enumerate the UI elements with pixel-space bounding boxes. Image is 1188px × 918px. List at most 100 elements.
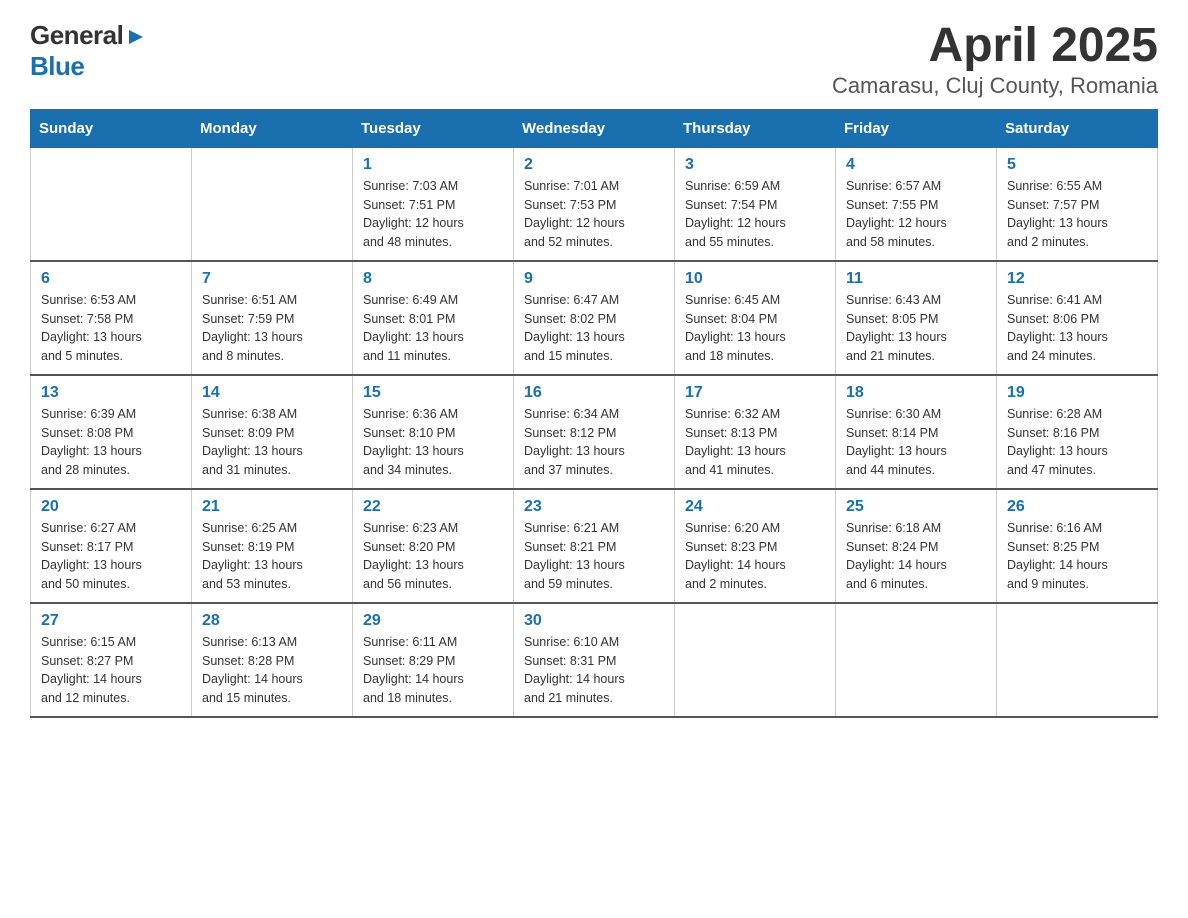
calendar-cell: 13Sunrise: 6:39 AM Sunset: 8:08 PM Dayli… xyxy=(31,375,192,489)
header: General Blue April 2025 Camarasu, Cluj C… xyxy=(30,20,1158,99)
day-info: Sunrise: 6:28 AM Sunset: 8:16 PM Dayligh… xyxy=(1007,405,1147,480)
day-info: Sunrise: 7:03 AM Sunset: 7:51 PM Dayligh… xyxy=(363,177,503,252)
day-info: Sunrise: 6:39 AM Sunset: 8:08 PM Dayligh… xyxy=(41,405,181,480)
day-info: Sunrise: 6:45 AM Sunset: 8:04 PM Dayligh… xyxy=(685,291,825,366)
calendar-cell: 9 Sunrise: 6:47 AM Sunset: 8:02 PM Daylig… xyxy=(514,261,675,375)
day-number: 4 xyxy=(846,156,986,174)
calendar-cell xyxy=(836,603,997,717)
day-info: Sunrise: 6:27 AM Sunset: 8:17 PM Dayligh… xyxy=(41,519,181,594)
calendar-cell: 5 Sunrise: 6:55 AM Sunset: 7:57 PM Daylig… xyxy=(997,147,1158,261)
day-info: Sunrise: 6:53 AM Sunset: 7:58 PM Dayligh… xyxy=(41,291,181,366)
day-info: Sunrise: 6:32 AM Sunset: 8:13 PM Dayligh… xyxy=(685,405,825,480)
calendar-week-5: 27Sunrise: 6:15 AM Sunset: 8:27 PM Dayli… xyxy=(31,603,1158,717)
calendar-week-3: 13Sunrise: 6:39 AM Sunset: 8:08 PM Dayli… xyxy=(31,375,1158,489)
calendar-cell: 24Sunrise: 6:20 AM Sunset: 8:23 PM Dayli… xyxy=(675,489,836,603)
calendar-cell: 16 Sunrise: 6:34 AM Sunset: 8:12 PM Dayli… xyxy=(514,375,675,489)
day-number: 23 xyxy=(524,498,664,516)
day-number: 18 xyxy=(846,384,986,402)
calendar-cell: 15 Sunrise: 6:36 AM Sunset: 8:10 PM Dayli… xyxy=(353,375,514,489)
day-number: 7 xyxy=(202,270,342,288)
calendar-cell: 25 Sunrise: 6:18 AM Sunset: 8:24 PM Dayli… xyxy=(836,489,997,603)
calendar-cell: 30 Sunrise: 6:10 AM Sunset: 8:31 PM Dayli… xyxy=(514,603,675,717)
day-info: Sunrise: 6:21 AM Sunset: 8:21 PM Dayligh… xyxy=(524,519,664,594)
calendar-cell: 19 Sunrise: 6:28 AM Sunset: 8:16 PM Dayli… xyxy=(997,375,1158,489)
day-info: Sunrise: 6:51 AM Sunset: 7:59 PM Dayligh… xyxy=(202,291,342,366)
calendar-cell: 6 Sunrise: 6:53 AM Sunset: 7:58 PM Daylig… xyxy=(31,261,192,375)
day-number: 1 xyxy=(363,156,503,174)
calendar-cell: 4 Sunrise: 6:57 AM Sunset: 7:55 PM Daylig… xyxy=(836,147,997,261)
logo-blue-text: Blue xyxy=(30,51,84,81)
day-info: Sunrise: 6:43 AM Sunset: 8:05 PM Dayligh… xyxy=(846,291,986,366)
day-info: Sunrise: 6:57 AM Sunset: 7:55 PM Dayligh… xyxy=(846,177,986,252)
day-info: Sunrise: 7:01 AM Sunset: 7:53 PM Dayligh… xyxy=(524,177,664,252)
calendar-cell: 2 Sunrise: 7:01 AM Sunset: 7:53 PM Daylig… xyxy=(514,147,675,261)
calendar-cell: 29 Sunrise: 6:11 AM Sunset: 8:29 PM Dayli… xyxy=(353,603,514,717)
calendar-cell: 20 Sunrise: 6:27 AM Sunset: 8:17 PM Dayli… xyxy=(31,489,192,603)
weekday-header-wednesday: Wednesday xyxy=(514,109,675,147)
day-number: 12 xyxy=(1007,270,1147,288)
day-number: 25 xyxy=(846,498,986,516)
calendar-cell: 28 Sunrise: 6:13 AM Sunset: 8:28 PM Dayli… xyxy=(192,603,353,717)
day-number: 5 xyxy=(1007,156,1147,174)
day-info: Sunrise: 6:59 AM Sunset: 7:54 PM Dayligh… xyxy=(685,177,825,252)
calendar-header-row: SundayMondayTuesdayWednesdayThursdayFrid… xyxy=(31,109,1158,147)
weekday-header-monday: Monday xyxy=(192,109,353,147)
calendar-cell: 3 Sunrise: 6:59 AM Sunset: 7:54 PM Daylig… xyxy=(675,147,836,261)
calendar-cell xyxy=(31,147,192,261)
calendar-cell: 7 Sunrise: 6:51 AM Sunset: 7:59 PM Daylig… xyxy=(192,261,353,375)
day-info: Sunrise: 6:25 AM Sunset: 8:19 PM Dayligh… xyxy=(202,519,342,594)
logo-general-text: General xyxy=(30,20,123,51)
day-number: 3 xyxy=(685,156,825,174)
day-info: Sunrise: 6:10 AM Sunset: 8:31 PM Dayligh… xyxy=(524,633,664,708)
calendar-cell: 10Sunrise: 6:45 AM Sunset: 8:04 PM Dayli… xyxy=(675,261,836,375)
calendar-cell: 22Sunrise: 6:23 AM Sunset: 8:20 PM Dayli… xyxy=(353,489,514,603)
day-number: 16 xyxy=(524,384,664,402)
day-number: 6 xyxy=(41,270,181,288)
calendar-cell: 23 Sunrise: 6:21 AM Sunset: 8:21 PM Dayli… xyxy=(514,489,675,603)
calendar-cell: 26Sunrise: 6:16 AM Sunset: 8:25 PM Dayli… xyxy=(997,489,1158,603)
logo-arrow-icon xyxy=(125,26,147,48)
day-number: 19 xyxy=(1007,384,1147,402)
day-info: Sunrise: 6:13 AM Sunset: 8:28 PM Dayligh… xyxy=(202,633,342,708)
calendar-cell: 8 Sunrise: 6:49 AM Sunset: 8:01 PM Daylig… xyxy=(353,261,514,375)
calendar-cell: 27Sunrise: 6:15 AM Sunset: 8:27 PM Dayli… xyxy=(31,603,192,717)
calendar-week-4: 20 Sunrise: 6:27 AM Sunset: 8:17 PM Dayli… xyxy=(31,489,1158,603)
day-info: Sunrise: 6:55 AM Sunset: 7:57 PM Dayligh… xyxy=(1007,177,1147,252)
day-info: Sunrise: 6:23 AM Sunset: 8:20 PM Dayligh… xyxy=(363,519,503,594)
day-number: 30 xyxy=(524,612,664,630)
calendar-subtitle: Camarasu, Cluj County, Romania xyxy=(832,73,1158,99)
day-info: Sunrise: 6:18 AM Sunset: 8:24 PM Dayligh… xyxy=(846,519,986,594)
day-number: 2 xyxy=(524,156,664,174)
day-info: Sunrise: 6:34 AM Sunset: 8:12 PM Dayligh… xyxy=(524,405,664,480)
calendar-cell: 1 Sunrise: 7:03 AM Sunset: 7:51 PM Daylig… xyxy=(353,147,514,261)
calendar-cell xyxy=(675,603,836,717)
day-info: Sunrise: 6:38 AM Sunset: 8:09 PM Dayligh… xyxy=(202,405,342,480)
day-number: 27 xyxy=(41,612,181,630)
day-info: Sunrise: 6:47 AM Sunset: 8:02 PM Dayligh… xyxy=(524,291,664,366)
calendar-cell: 11 Sunrise: 6:43 AM Sunset: 8:05 PM Dayli… xyxy=(836,261,997,375)
calendar-cell: 21 Sunrise: 6:25 AM Sunset: 8:19 PM Dayli… xyxy=(192,489,353,603)
logo: General Blue xyxy=(30,20,147,82)
day-info: Sunrise: 6:41 AM Sunset: 8:06 PM Dayligh… xyxy=(1007,291,1147,366)
day-number: 11 xyxy=(846,270,986,288)
calendar-week-1: 1 Sunrise: 7:03 AM Sunset: 7:51 PM Daylig… xyxy=(31,147,1158,261)
title-area: April 2025 Camarasu, Cluj County, Romani… xyxy=(832,20,1158,99)
day-info: Sunrise: 6:30 AM Sunset: 8:14 PM Dayligh… xyxy=(846,405,986,480)
weekday-header-sunday: Sunday xyxy=(31,109,192,147)
day-number: 9 xyxy=(524,270,664,288)
day-number: 21 xyxy=(202,498,342,516)
calendar-cell: 14 Sunrise: 6:38 AM Sunset: 8:09 PM Dayli… xyxy=(192,375,353,489)
day-number: 20 xyxy=(41,498,181,516)
day-number: 17 xyxy=(685,384,825,402)
day-number: 28 xyxy=(202,612,342,630)
day-number: 8 xyxy=(363,270,503,288)
day-info: Sunrise: 6:11 AM Sunset: 8:29 PM Dayligh… xyxy=(363,633,503,708)
day-number: 29 xyxy=(363,612,503,630)
day-number: 14 xyxy=(202,384,342,402)
day-info: Sunrise: 6:49 AM Sunset: 8:01 PM Dayligh… xyxy=(363,291,503,366)
calendar-table: SundayMondayTuesdayWednesdayThursdayFrid… xyxy=(30,109,1158,718)
calendar-cell: 18 Sunrise: 6:30 AM Sunset: 8:14 PM Dayli… xyxy=(836,375,997,489)
weekday-header-friday: Friday xyxy=(836,109,997,147)
day-info: Sunrise: 6:36 AM Sunset: 8:10 PM Dayligh… xyxy=(363,405,503,480)
day-number: 15 xyxy=(363,384,503,402)
